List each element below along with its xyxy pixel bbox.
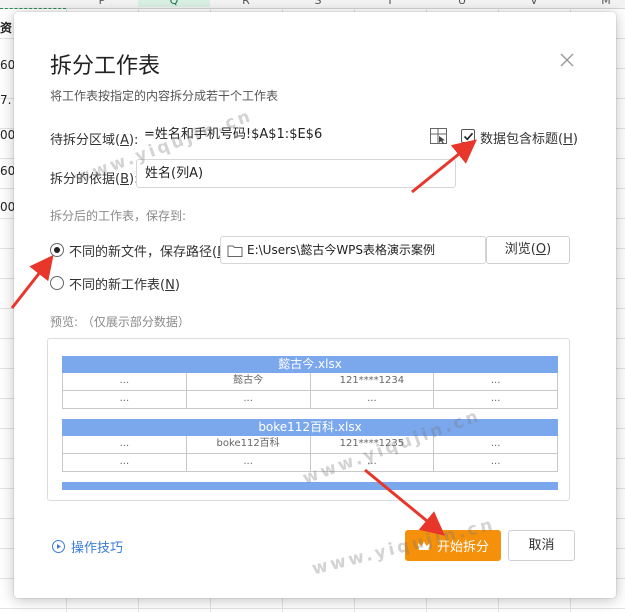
cell-fragment[interactable]: 7.	[0, 93, 11, 107]
table-cell: ...	[309, 391, 434, 409]
preview-file-name: 懿古今.xlsx	[62, 356, 558, 373]
basis-select[interactable]: 姓名(列A)	[136, 159, 456, 188]
range-label: 待拆分区域(A):	[50, 133, 139, 148]
table-row: ... ... ... ...	[62, 454, 558, 472]
basis-label: 拆分的依据(B):	[50, 172, 139, 187]
preview-file-name: boke112百科.xlsx	[62, 419, 558, 436]
preview-table-partial	[62, 482, 558, 490]
cell-fragment[interactable]: 60	[0, 164, 15, 178]
cancel-button[interactable]: 取消	[508, 530, 575, 561]
column-letter[interactable]: Q	[138, 0, 210, 7]
cell-fragment[interactable]: 资	[0, 19, 12, 36]
play-icon	[52, 540, 65, 553]
table-cell: ...	[433, 436, 558, 454]
start-split-label: 开始拆分	[436, 540, 489, 555]
table-cell: ...	[62, 436, 186, 454]
folder-icon	[227, 243, 243, 262]
column-letter[interactable]: P	[66, 0, 138, 7]
crown-icon	[417, 541, 430, 550]
table-cell: ...	[433, 454, 558, 472]
header-checkbox-label[interactable]: 数据包含标题(H)	[480, 128, 578, 147]
new-file-radio[interactable]	[50, 243, 64, 257]
range-select-icon[interactable]	[425, 123, 453, 149]
split-worksheet-dialog: 拆分工作表 将工作表按指定的内容拆分成若干个工作表 待拆分区域(A): =姓名和…	[14, 12, 616, 598]
dialog-subtitle: 将工作表按指定的内容拆分成若干个工作表	[50, 89, 279, 103]
table-cell: ...	[309, 454, 434, 472]
table-row: ... boke112百科 121****1235 ...	[62, 436, 558, 454]
start-split-button[interactable]: 开始拆分	[405, 530, 501, 561]
table-cell: 懿古今	[185, 373, 310, 391]
browse-button[interactable]: 浏览(O)	[486, 236, 570, 264]
table-cell: 121****1234	[309, 373, 434, 391]
preview-file-header-bar	[62, 482, 558, 490]
table-cell: 121****1235	[309, 436, 434, 454]
new-sheet-radio[interactable]	[50, 276, 64, 290]
cell-fragment[interactable]: 00	[0, 128, 15, 142]
cell-fragment[interactable]: 60	[0, 58, 15, 72]
tips-label: 操作技巧	[71, 541, 124, 556]
preview-panel: 懿古今.xlsx ... 懿古今 121****1234 ... ... ...…	[47, 338, 570, 501]
close-icon[interactable]	[558, 51, 576, 69]
column-letter[interactable]: V	[498, 0, 570, 7]
tips-link[interactable]: 操作技巧	[52, 537, 123, 556]
table-cell: ...	[62, 373, 186, 391]
column-letter[interactable]: R	[210, 0, 282, 7]
column-letter[interactable]: T	[354, 0, 426, 7]
column-header-strip: P Q R S T U V M	[0, 0, 625, 9]
table-row: ... ... ... ...	[62, 391, 558, 409]
column-letter[interactable]: S	[282, 0, 354, 7]
new-sheet-option-label[interactable]: 不同的新工作表(N)	[69, 274, 180, 293]
column-letter[interactable]: M	[570, 0, 625, 7]
column-letter[interactable]: U	[426, 0, 498, 7]
dialog-title: 拆分工作表	[50, 54, 161, 79]
new-file-option-label[interactable]: 不同的新文件，保存路径(P)	[69, 241, 230, 260]
cell-fragment[interactable]: 00	[0, 200, 15, 214]
preview-table: boke112百科.xlsx ... boke112百科 121****1235…	[62, 419, 558, 472]
table-cell: ...	[62, 391, 186, 409]
preview-table: 懿古今.xlsx ... 懿古今 121****1234 ... ... ...…	[62, 356, 558, 409]
table-cell: ...	[185, 454, 310, 472]
table-cell: boke112百科	[185, 436, 310, 454]
table-cell: ...	[433, 373, 558, 391]
save-path-value: E:\Users\懿古今WPS表格演示案例	[247, 243, 436, 257]
table-cell: ...	[185, 391, 310, 409]
table-cell: ...	[62, 454, 186, 472]
preview-label: 预览: （仅展示部分数据）	[50, 315, 190, 329]
range-input[interactable]: =姓名和手机号码!$A$1:$E$6	[138, 122, 456, 150]
save-section-label: 拆分后的工作表，保存到:	[50, 209, 187, 223]
table-row: ... 懿古今 121****1234 ...	[62, 373, 558, 391]
save-path-input[interactable]: E:\Users\懿古今WPS表格演示案例	[220, 236, 486, 264]
header-checkbox[interactable]	[461, 129, 475, 143]
table-cell: ...	[433, 391, 558, 409]
